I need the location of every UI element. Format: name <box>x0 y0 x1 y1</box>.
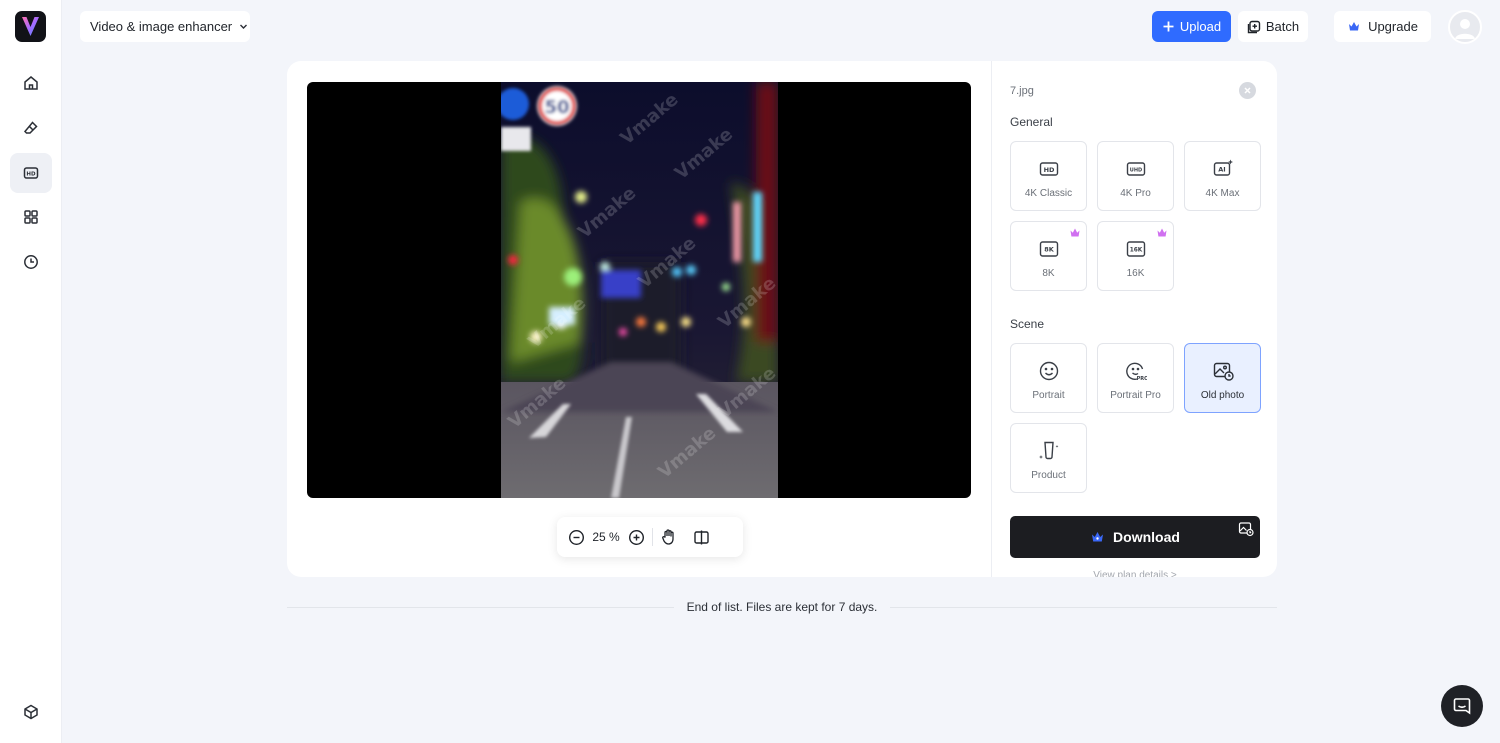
svg-text:50: 50 <box>544 97 569 118</box>
option-label: 4K Pro <box>1120 188 1151 199</box>
hd-icon: HD <box>23 167 39 179</box>
upgrade-button[interactable]: Upgrade <box>1334 11 1431 42</box>
apps-grid-icon <box>24 210 38 224</box>
remove-file-button[interactable] <box>1239 82 1256 99</box>
scene-old-photo[interactable]: Old photo <box>1184 343 1261 413</box>
end-of-list-text: End of list. Files are kept for 7 days. <box>686 600 878 614</box>
svg-text:HD: HD <box>1043 166 1054 174</box>
vmake-logo[interactable] <box>15 11 46 42</box>
batch-icon <box>1247 20 1261 33</box>
product-bottle-icon <box>1038 441 1058 460</box>
upgrade-label: Upgrade <box>1368 19 1418 34</box>
svg-text:PRO: PRO <box>1136 376 1146 382</box>
editor-card: 50 Vmake Vmake Vmake Vmake Vmake Vmake V… <box>287 61 1277 577</box>
image-preview[interactable]: 50 Vmake Vmake Vmake Vmake Vmake Vmake V… <box>307 82 971 498</box>
pan-hand-button[interactable] <box>659 527 679 547</box>
toolbar-divider <box>652 528 653 546</box>
svg-text:UHD: UHD <box>1129 168 1141 174</box>
option-label: Old photo <box>1200 390 1245 401</box>
zoom-in-icon <box>628 529 644 545</box>
zoom-out-button[interactable] <box>566 527 586 547</box>
zoom-in-button[interactable] <box>626 527 646 547</box>
nav-eraser[interactable] <box>10 108 52 148</box>
old-photo-icon <box>1213 362 1234 381</box>
option-label: Portrait <box>1032 390 1065 401</box>
close-icon <box>1244 87 1251 94</box>
settings-panel: 7.jpg General HD 4K Classic UHD 4K Pro A… <box>991 61 1277 577</box>
uhd-badge-icon: UHD <box>1126 162 1145 176</box>
upload-button[interactable]: Upload <box>1152 11 1231 42</box>
upload-label: Upload <box>1179 19 1222 34</box>
user-icon <box>1455 19 1475 39</box>
option-8k[interactable]: 8K 8K <box>1010 221 1087 291</box>
view-plan-details-link[interactable]: View plan details > <box>1010 570 1260 577</box>
download-label: Download <box>1113 529 1180 545</box>
scene-portrait-pro[interactable]: PRO Portrait Pro <box>1097 343 1174 413</box>
zoom-toolbar: 25 % <box>557 517 743 557</box>
nav-home[interactable] <box>10 63 52 103</box>
option-label: Portrait Pro <box>1110 390 1161 401</box>
option-label: 4K Max <box>1205 188 1240 199</box>
end-of-list: End of list. Files are kept for 7 days. <box>287 598 1278 616</box>
tool-select-label: Video & image enhancer <box>90 19 233 34</box>
option-4k-pro[interactable]: UHD 4K Pro <box>1097 141 1174 211</box>
smile-face-icon <box>1039 361 1058 381</box>
option-label: 8K <box>1042 268 1055 279</box>
svg-text:8K: 8K <box>1044 246 1055 254</box>
eraser-icon <box>23 121 38 134</box>
crown-icon <box>1349 22 1360 31</box>
svg-text:AI: AI <box>1218 166 1225 174</box>
crown-icon <box>1092 532 1104 542</box>
chevron-down-icon <box>240 24 248 29</box>
history-clock-icon <box>24 255 38 269</box>
scene-section-label: Scene <box>1010 317 1045 331</box>
scene-portrait[interactable]: Portrait <box>1010 343 1087 413</box>
option-label: Product <box>1031 470 1066 481</box>
pro-crown-icon <box>1157 228 1167 237</box>
divider-line <box>287 606 674 608</box>
sidebar: HD <box>0 0 62 743</box>
plus-icon <box>1163 21 1174 32</box>
nav-cube[interactable] <box>10 692 52 732</box>
chat-bubble-icon <box>1453 698 1471 715</box>
hd-badge-icon: HD <box>1039 162 1058 176</box>
cube-icon <box>24 704 38 720</box>
home-icon <box>24 76 38 90</box>
16k-badge-icon: 16K <box>1126 241 1145 257</box>
8k-badge-icon: 8K <box>1039 241 1058 257</box>
tool-select-dropdown[interactable]: Video & image enhancer <box>80 11 250 42</box>
option-4k-max[interactable]: AI 4K Max <box>1184 141 1261 211</box>
general-section-label: General <box>1010 115 1053 129</box>
nav-enhancer[interactable]: HD <box>10 153 52 193</box>
smile-face-pro-icon: PRO <box>1125 362 1147 382</box>
hand-icon <box>662 529 674 545</box>
compare-split-icon <box>693 530 709 544</box>
preview-photo: 50 Vmake Vmake Vmake Vmake Vmake Vmake V… <box>501 82 778 498</box>
nav-apps[interactable] <box>10 197 52 237</box>
file-name: 7.jpg <box>1010 85 1034 97</box>
svg-text:HD: HD <box>26 172 36 178</box>
divider-line <box>890 606 1278 608</box>
pro-crown-icon <box>1070 228 1080 237</box>
svg-text:16K: 16K <box>1129 248 1142 254</box>
option-label: 4K Classic <box>1024 188 1073 199</box>
download-button[interactable]: Download <box>1010 516 1260 558</box>
option-label: 16K <box>1126 268 1145 279</box>
batch-label: Batch <box>1265 19 1300 34</box>
batch-button[interactable]: Batch <box>1238 11 1308 42</box>
avatar[interactable] <box>1448 10 1482 44</box>
compare-button[interactable] <box>691 527 711 547</box>
zoom-level: 25 % <box>592 530 620 544</box>
scene-product[interactable]: Product <box>1010 423 1087 493</box>
ai-sparkle-icon: AI <box>1213 159 1233 176</box>
support-chat-button[interactable] <box>1441 685 1483 727</box>
option-4k-classic[interactable]: HD 4K Classic <box>1010 141 1087 211</box>
nav-history[interactable] <box>10 242 52 282</box>
zoom-out-icon <box>568 529 584 545</box>
old-photo-icon <box>1238 522 1254 537</box>
option-16k[interactable]: 16K 16K <box>1097 221 1174 291</box>
